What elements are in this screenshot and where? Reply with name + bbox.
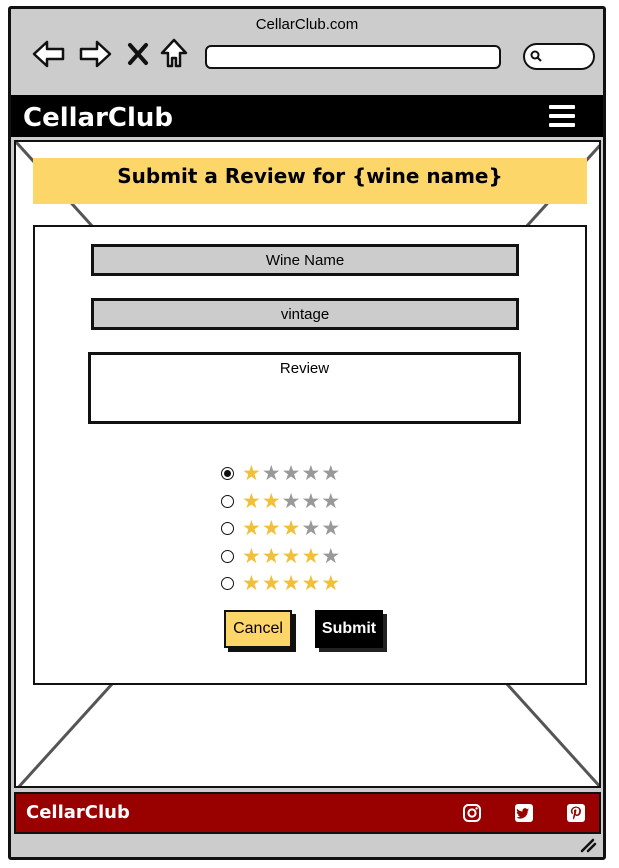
star-filled-icon: ★: [261, 488, 281, 513]
footer-brand[interactable]: CellarClub: [26, 802, 130, 823]
star-empty-icon: ★: [261, 461, 281, 486]
star-filled-icon: ★: [281, 543, 301, 568]
review-form: Wine Name vintage Review ★ ★ ★ ★ ★ ★ ★ ★ ★ ★ ★ ★ ★ ★ ★…: [33, 225, 587, 685]
vintage-field[interactable]: vintage: [91, 298, 519, 330]
browser-search[interactable]: [523, 43, 595, 70]
rating-radio[interactable]: [221, 494, 234, 508]
review-textarea[interactable]: Review: [88, 352, 521, 424]
search-icon: [530, 50, 542, 62]
address-bar[interactable]: [205, 45, 501, 69]
wine-name-placeholder: Wine Name: [265, 251, 345, 269]
rating-radio[interactable]: [221, 467, 234, 481]
star-filled-icon: ★: [281, 571, 301, 596]
rating-radio[interactable]: [221, 549, 234, 563]
star-empty-icon: ★: [321, 516, 341, 541]
vintage-placeholder: vintage: [280, 305, 330, 323]
home-icon[interactable]: [159, 37, 189, 69]
site-footer: CellarClub: [14, 792, 601, 834]
instagram-icon[interactable]: [462, 803, 482, 823]
star-filled-icon: ★: [261, 571, 281, 596]
resize-handle-icon[interactable]: [579, 837, 597, 853]
back-arrow-icon[interactable]: [31, 39, 67, 69]
page-title: Submit a Review for {wine name}: [33, 158, 587, 204]
rating-option-5[interactable]: ★ ★ ★ ★ ★: [221, 570, 341, 598]
navbar-brand[interactable]: CellarClub: [23, 103, 173, 133]
star-filled-icon: ★: [301, 571, 321, 596]
star-filled-icon: ★: [242, 543, 261, 568]
star-empty-icon: ★: [301, 461, 321, 486]
page-content: Submit a Review for {wine name} Wine Nam…: [14, 140, 601, 788]
review-placeholder: Review: [279, 360, 330, 377]
pinterest-icon[interactable]: [566, 803, 586, 823]
close-icon[interactable]: [127, 42, 149, 66]
star-filled-icon: ★: [242, 571, 261, 596]
wine-name-field[interactable]: Wine Name: [91, 244, 519, 276]
rating-option-3[interactable]: ★ ★ ★ ★ ★: [221, 515, 341, 543]
star-empty-icon: ★: [321, 543, 341, 568]
star-filled-icon: ★: [261, 543, 281, 568]
forward-arrow-icon[interactable]: [77, 39, 113, 69]
browser-title: CellarClub.com: [255, 16, 359, 33]
twitter-icon[interactable]: [514, 803, 534, 823]
rating-option-1[interactable]: ★ ★ ★ ★ ★: [221, 460, 341, 488]
star-filled-icon: ★: [321, 571, 341, 596]
cancel-button[interactable]: Cancel: [224, 610, 292, 648]
radio-selected-dot: [224, 470, 231, 478]
rating-option-4[interactable]: ★ ★ ★ ★ ★: [221, 543, 341, 571]
star-empty-icon: ★: [301, 516, 321, 541]
star-filled-icon: ★: [242, 516, 261, 541]
rating-radio[interactable]: [221, 577, 234, 591]
star-filled-icon: ★: [301, 543, 321, 568]
submit-button[interactable]: Submit: [315, 610, 383, 648]
site-navbar: CellarClub: [11, 95, 603, 137]
rating-option-2[interactable]: ★ ★ ★ ★ ★: [221, 488, 341, 516]
star-filled-icon: ★: [242, 488, 261, 513]
star-empty-icon: ★: [301, 488, 321, 513]
star-empty-icon: ★: [321, 488, 341, 513]
rating-radio[interactable]: [221, 522, 234, 536]
browser-window: CellarClub.com CellarClub Submit a Revie…: [8, 6, 606, 860]
star-empty-icon: ★: [281, 461, 301, 486]
rating-options: ★ ★ ★ ★ ★ ★ ★ ★ ★ ★ ★ ★ ★ ★ ★ ★ ★ ★ ★ ★ ★ ★ ★ ★ ★: [221, 460, 341, 598]
star-filled-icon: ★: [242, 461, 261, 486]
hamburger-icon[interactable]: [549, 105, 575, 127]
star-filled-icon: ★: [281, 516, 301, 541]
star-filled-icon: ★: [261, 516, 281, 541]
star-empty-icon: ★: [281, 488, 301, 513]
star-empty-icon: ★: [321, 461, 341, 486]
